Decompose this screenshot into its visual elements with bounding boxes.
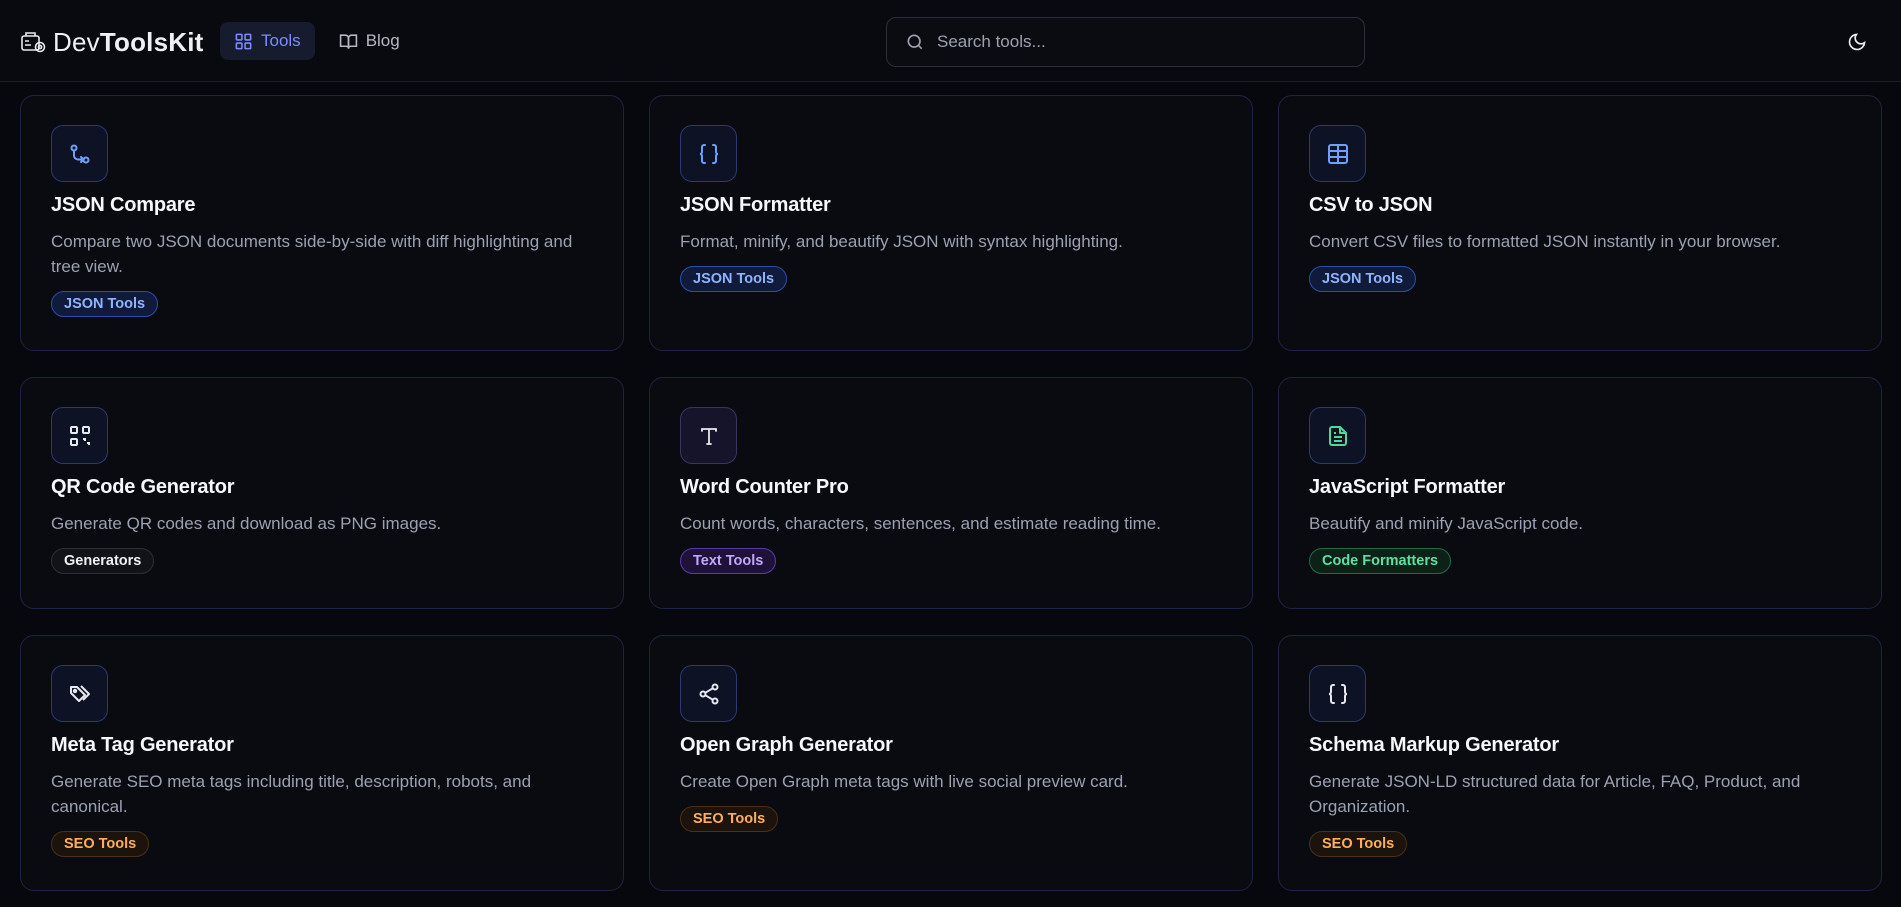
nav-tools[interactable]: Tools	[220, 22, 315, 60]
category-badge: SEO Tools	[51, 831, 150, 857]
search-icon	[907, 34, 923, 50]
category-badge: SEO Tools	[680, 806, 779, 832]
tool-description: Create Open Graph meta tags with live so…	[680, 772, 1128, 791]
share-icon	[680, 665, 737, 722]
tool-description: Generate QR codes and download as PNG im…	[51, 514, 442, 533]
tools-grid: JSON Compare Compare two JSON documents …	[20, 95, 1882, 891]
tool-description: Convert CSV files to formatted JSON inst…	[1309, 232, 1781, 251]
qr-code-icon	[51, 407, 108, 464]
category-badge: Generators	[51, 548, 155, 574]
category-badge: JSON Tools	[51, 291, 159, 317]
git-compare-icon	[51, 125, 108, 182]
tool-card-javascript-formatter[interactable]: JavaScript Formatter Beautify and minify…	[1278, 377, 1882, 609]
category-badge: Code Formatters	[1309, 548, 1452, 574]
tool-card-qr-code-generator[interactable]: QR Code Generator Generate QR codes and …	[20, 377, 624, 609]
tool-description: Format, minify, and beautify JSON with s…	[680, 232, 1123, 251]
tool-description: Generate JSON-LD structured data for Art…	[1309, 772, 1801, 816]
category-badge: SEO Tools	[1309, 831, 1408, 857]
tool-description: Compare two JSON documents side-by-side …	[51, 232, 573, 276]
text-type-icon	[680, 407, 737, 464]
tool-card-meta-tag-generator[interactable]: Meta Tag Generator Generate SEO meta tag…	[20, 635, 624, 891]
table-icon	[1309, 125, 1366, 182]
category-badge: Text Tools	[680, 548, 777, 574]
tags-icon	[51, 665, 108, 722]
top-header: DevToolsKit Tools Blog	[0, 0, 1901, 82]
tool-card-word-counter-pro[interactable]: Word Counter Pro Count words, characters…	[649, 377, 1253, 609]
search-input[interactable]	[937, 32, 1337, 52]
tool-title: Open Graph Generator	[680, 734, 893, 756]
tool-title: Meta Tag Generator	[51, 734, 234, 756]
tool-card-csv-to-json[interactable]: CSV to JSON Convert CSV files to formatt…	[1278, 95, 1882, 351]
tool-description: Generate SEO meta tags including title, …	[51, 772, 532, 816]
tool-card-json-compare[interactable]: JSON Compare Compare two JSON documents …	[20, 95, 624, 351]
tool-title: JavaScript Formatter	[1309, 476, 1506, 498]
brand-logo[interactable]: DevToolsKit	[19, 26, 204, 58]
moon-icon	[1848, 33, 1866, 51]
tool-card-open-graph-generator[interactable]: Open Graph Generator Create Open Graph m…	[649, 635, 1253, 891]
category-badge: JSON Tools	[1309, 266, 1417, 292]
tool-description: Count words, characters, sentences, and …	[680, 514, 1161, 533]
nav-blog[interactable]: Blog	[325, 22, 414, 60]
file-text-icon	[1309, 407, 1366, 464]
category-badge: JSON Tools	[680, 266, 788, 292]
tool-title: CSV to JSON	[1309, 194, 1433, 216]
theme-toggle-button[interactable]	[1839, 26, 1875, 58]
braces-icon	[1309, 665, 1366, 722]
tool-description: Beautify and minify JavaScript code.	[1309, 514, 1584, 533]
tool-card-json-formatter[interactable]: JSON Formatter Format, minify, and beaut…	[649, 95, 1253, 351]
nav-tools-label: Tools	[261, 31, 301, 50]
tool-title: Schema Markup Generator	[1309, 734, 1559, 756]
main-nav: Tools Blog	[220, 22, 414, 60]
book-open-icon	[339, 33, 357, 49]
tool-card-schema-markup-generator[interactable]: Schema Markup Generator Generate JSON-LD…	[1278, 635, 1882, 891]
tool-title: QR Code Generator	[51, 476, 235, 498]
tool-title: JSON Formatter	[680, 194, 831, 216]
grid-icon	[235, 33, 252, 49]
brand-name: DevToolsKit	[53, 26, 204, 57]
nav-blog-label: Blog	[365, 31, 400, 50]
braces-icon	[680, 125, 737, 182]
search-box[interactable]	[886, 17, 1365, 67]
tool-title: JSON Compare	[51, 194, 196, 216]
tool-title: Word Counter Pro	[680, 476, 849, 498]
toolbox-icon	[19, 28, 47, 56]
